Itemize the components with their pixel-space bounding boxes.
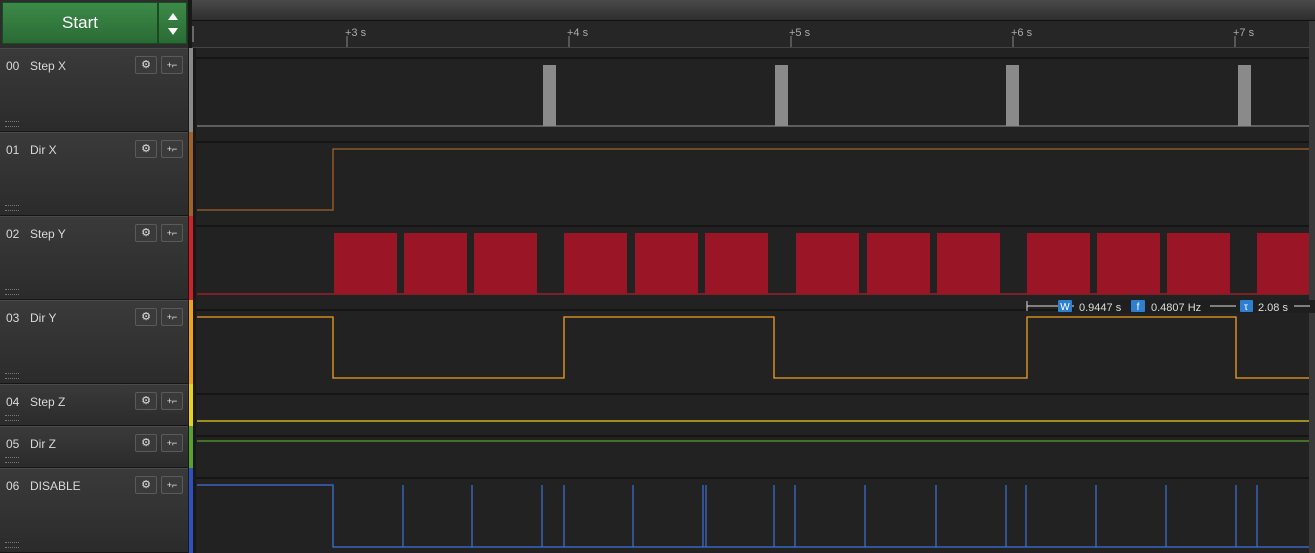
ruler-tick-label: +6 s xyxy=(1011,27,1033,39)
signal-lane xyxy=(196,48,1309,132)
channel-color-bar xyxy=(189,426,193,468)
step-y-pulse-block xyxy=(404,233,467,294)
period-icon-label: τ xyxy=(1244,302,1248,313)
channel-row-05[interactable]: 05 Dir Z ⚙ +⌐ xyxy=(0,426,188,468)
gear-icon[interactable]: ⚙ xyxy=(135,56,157,74)
step-x-pulse xyxy=(1238,65,1251,126)
channel-color-bar xyxy=(189,48,193,132)
gear-icon[interactable]: ⚙ xyxy=(135,140,157,158)
trigger-icon[interactable]: +⌐ xyxy=(161,308,183,326)
channel-color-bar xyxy=(189,300,193,384)
gear-icon[interactable]: ⚙ xyxy=(135,392,157,410)
step-x-pulse xyxy=(775,65,788,126)
channel-color-bar xyxy=(189,132,193,216)
step-y-pulse-block xyxy=(334,233,397,294)
step-y-pulse-block xyxy=(1097,233,1160,294)
drag-handle[interactable] xyxy=(5,205,19,211)
width-value: 0.9447 s xyxy=(1079,302,1122,314)
channel-number: 03 xyxy=(6,311,20,325)
drag-handle[interactable] xyxy=(5,289,19,295)
signal-lane xyxy=(196,384,1309,426)
drag-handle[interactable] xyxy=(5,373,19,379)
step-y-pulse-block xyxy=(635,233,698,294)
frequency-value: 0.4807 Hz xyxy=(1151,302,1201,314)
channel-row-06[interactable]: 06 DISABLE ⚙ +⌐ xyxy=(0,468,188,553)
ruler-tick-label: +7 s xyxy=(1233,27,1255,39)
vertical-scrollbar[interactable] xyxy=(1309,21,1315,553)
waveform-view[interactable]: +3 s +4 s +5 s +6 s +7 s W 0.9447 s f 0.4807… xyxy=(0,0,1315,553)
channel-color-bar xyxy=(189,384,193,426)
channel-number: 05 xyxy=(6,437,20,451)
channel-name[interactable]: DISABLE xyxy=(30,479,81,493)
drag-handle[interactable] xyxy=(5,542,19,548)
channel-row-04[interactable]: 04 Step Z ⚙ +⌐ xyxy=(0,384,188,426)
step-y-pulse-block xyxy=(564,233,627,294)
step-y-pulse-block xyxy=(867,233,930,294)
step-y-pulse-block xyxy=(1257,233,1309,294)
step-y-pulse-block xyxy=(705,233,768,294)
trigger-icon[interactable]: +⌐ xyxy=(161,56,183,74)
channel-name[interactable]: Dir Y xyxy=(30,311,56,325)
gear-icon[interactable]: ⚙ xyxy=(135,434,157,452)
step-y-pulse-block xyxy=(1167,233,1230,294)
channel-number: 00 xyxy=(6,59,20,73)
channel-name[interactable]: Dir Z xyxy=(30,437,56,451)
period-value: 2.08 s xyxy=(1258,302,1288,314)
step-y-pulse-block xyxy=(1027,233,1090,294)
ruler-tick-label: +4 s xyxy=(567,27,589,39)
channel-name[interactable]: Step X xyxy=(30,59,66,73)
ruler-tick-label: +5 s xyxy=(789,27,811,39)
channel-color-bar xyxy=(189,216,193,300)
drag-handle[interactable] xyxy=(5,121,19,127)
trigger-icon[interactable]: +⌐ xyxy=(161,392,183,410)
drag-handle[interactable] xyxy=(5,415,19,421)
trigger-icon[interactable]: +⌐ xyxy=(161,224,183,242)
gear-icon[interactable]: ⚙ xyxy=(135,476,157,494)
channel-row-00[interactable]: 00 Step X ⚙ +⌐ xyxy=(0,48,188,132)
trigger-icon[interactable]: +⌐ xyxy=(161,434,183,452)
channel-number: 04 xyxy=(6,395,20,409)
channel-row-02[interactable]: 02 Step Y ⚙ +⌐ xyxy=(0,216,188,300)
channel-name[interactable]: Step Y xyxy=(30,227,66,241)
step-y-pulse-block xyxy=(937,233,1000,294)
frequency-icon-label: f xyxy=(1137,302,1140,313)
channel-row-03[interactable]: 03 Dir Y ⚙ +⌐ xyxy=(0,300,188,384)
channel-number: 06 xyxy=(6,479,20,493)
gear-icon[interactable]: ⚙ xyxy=(135,308,157,326)
step-y-pulse-block xyxy=(796,233,859,294)
drag-handle[interactable] xyxy=(5,457,19,463)
ruler-tick-label: +3 s xyxy=(345,27,367,39)
signal-lane xyxy=(196,426,1309,468)
gear-icon[interactable]: ⚙ xyxy=(135,224,157,242)
step-x-pulse xyxy=(543,65,556,126)
trigger-icon[interactable]: +⌐ xyxy=(161,476,183,494)
signal-lane xyxy=(196,468,1309,553)
trigger-icon[interactable]: +⌐ xyxy=(161,140,183,158)
signal-lane xyxy=(196,132,1309,216)
channel-number: 01 xyxy=(6,143,20,157)
step-y-pulse-block xyxy=(474,233,537,294)
channel-name[interactable]: Dir X xyxy=(30,143,57,157)
channel-row-01[interactable]: 01 Dir X ⚙ +⌐ xyxy=(0,132,188,216)
channel-color-bar xyxy=(189,468,193,553)
step-x-pulse xyxy=(1006,65,1019,126)
channel-number: 02 xyxy=(6,227,20,241)
width-icon-label: W xyxy=(1060,302,1070,313)
channel-name[interactable]: Step Z xyxy=(30,395,65,409)
